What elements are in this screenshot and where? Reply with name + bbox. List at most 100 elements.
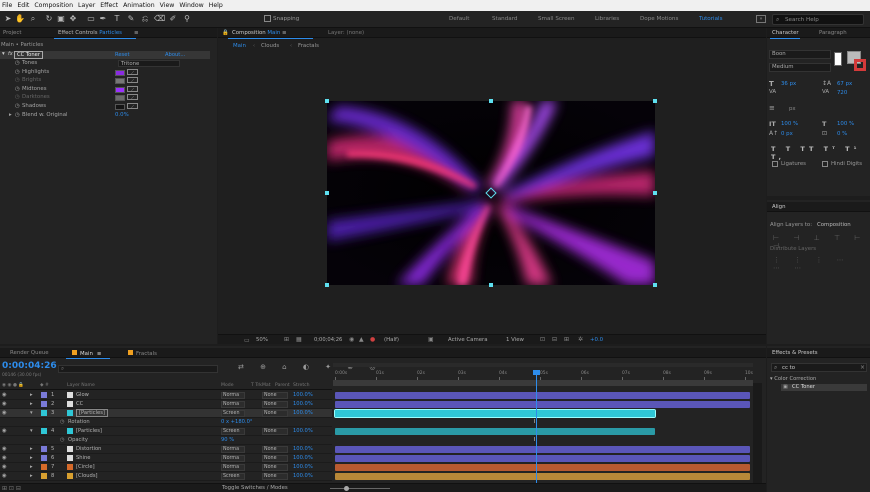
expand-layer-icon[interactable]: ▸: [30, 455, 33, 461]
eyedropper-icon[interactable]: ⟋: [127, 77, 138, 84]
menu-window[interactable]: Window: [179, 2, 203, 9]
transform-handle-right[interactable]: [653, 191, 657, 195]
transform-handle-top-left[interactable]: [325, 99, 329, 103]
layer-mode-dropdown[interactable]: Screen: [221, 427, 245, 435]
visibility-icon[interactable]: ◉: [2, 464, 7, 470]
work-area-bar[interactable]: [333, 363, 753, 367]
stopwatch-icon[interactable]: ◷: [60, 437, 65, 443]
layer-row[interactable]: ◉ ▸ 2 CC Norma None 100.0%: [0, 400, 332, 409]
zoom-dropdown[interactable]: 50%: [256, 337, 278, 343]
layer-parent-dropdown[interactable]: None: [262, 463, 288, 471]
distribute-buttons[interactable]: ⋮ ⋮ ⋮ ⋯ ⋯ ⋯: [773, 256, 870, 272]
timeline-tab-fractals[interactable]: Fractals: [128, 350, 157, 357]
column-mode[interactable]: Mode: [221, 383, 234, 388]
workspace-libraries[interactable]: Libraries: [595, 16, 619, 22]
stopwatch-icon[interactable]: ◷: [15, 77, 20, 83]
layer-name[interactable]: [Particles]: [76, 409, 108, 417]
about-link[interactable]: About...: [165, 52, 185, 58]
layer-name[interactable]: [Particles]: [76, 428, 102, 434]
visibility-icon[interactable]: ◉: [2, 392, 7, 398]
playhead[interactable]: [532, 370, 540, 483]
font-family-dropdown[interactable]: Boon: [769, 50, 831, 59]
magnification-icon[interactable]: ▭: [244, 337, 250, 344]
layer-stretch[interactable]: 100.0%: [293, 392, 313, 398]
layer-mode-dropdown[interactable]: Norma: [221, 400, 245, 408]
hand-tool-icon[interactable]: ✋: [15, 14, 25, 24]
expand-layer-icon[interactable]: ▸: [30, 473, 33, 479]
layer-parent-dropdown[interactable]: None: [262, 409, 288, 417]
visibility-icon[interactable]: ◉: [2, 410, 7, 416]
channel-icon[interactable]: ●: [370, 336, 375, 343]
breadcrumb-clouds[interactable]: Clouds: [261, 43, 279, 49]
layer-name[interactable]: [Clouds]: [76, 473, 98, 479]
hindi-digits-checkbox[interactable]: [822, 161, 828, 167]
search-help-input[interactable]: ⌕ Search Help: [772, 14, 864, 25]
stopwatch-icon[interactable]: ◷: [60, 419, 65, 425]
panel-menu-icon[interactable]: ≡: [134, 30, 139, 36]
transform-handle-bottom-right[interactable]: [653, 283, 657, 287]
layer-duration-bar[interactable]: [335, 473, 750, 480]
stopwatch-icon[interactable]: ◷: [15, 86, 20, 92]
workspace-overflow-icon[interactable]: »: [756, 15, 766, 23]
column-parent[interactable]: Parent: [275, 383, 290, 388]
zoom-slider-handle[interactable]: [344, 486, 349, 491]
menu-edit[interactable]: Edit: [17, 2, 29, 9]
breadcrumb-main[interactable]: Main: [233, 43, 246, 49]
layer-duration-bar[interactable]: [335, 401, 750, 408]
tab-composition-menu-icon[interactable]: ≡: [282, 30, 287, 36]
expand-layer-icon[interactable]: ▸: [30, 446, 33, 452]
column-trkmat[interactable]: T TrkMat: [251, 383, 271, 388]
time-ruler[interactable]: 0:00s 01s 02s 03s 04s 05s 06s 07s 08s 09s 10s: [333, 370, 753, 380]
menu-animation[interactable]: Animation: [123, 2, 155, 9]
layer-stretch[interactable]: 100.0%: [293, 428, 313, 434]
snapshot-icon[interactable]: ◉: [349, 336, 354, 343]
camera-tool-icon[interactable]: ▣: [56, 14, 66, 24]
clone-stamp-tool-icon[interactable]: ⎌: [140, 14, 150, 24]
expand-layer-icon[interactable]: ▾: [30, 428, 33, 434]
zoom-slider[interactable]: [330, 488, 390, 489]
exposure-value[interactable]: +0.0: [590, 337, 603, 343]
workspace-dope-motions[interactable]: Dope Motions: [640, 16, 678, 22]
expand-layer-icon[interactable]: ▾: [30, 410, 33, 416]
layer-label-color[interactable]: [41, 455, 47, 461]
layer-label-color[interactable]: [41, 410, 47, 416]
snapping-checkbox[interactable]: [264, 15, 271, 22]
menu-composition[interactable]: Composition: [34, 2, 73, 9]
tab-project[interactable]: Project: [3, 30, 21, 36]
baseline-shift-value[interactable]: 0 px: [781, 131, 793, 137]
color-swatch[interactable]: [115, 86, 125, 93]
faux-style-buttons[interactable]: T T TT Tᵀ T¹ T,: [771, 145, 870, 161]
layer-mode-dropdown[interactable]: Norma: [221, 391, 245, 399]
menu-file[interactable]: File: [2, 2, 12, 9]
timeline-tab-menu-icon[interactable]: ≡: [97, 351, 102, 357]
fast-previews-icon[interactable]: ▣: [428, 336, 434, 343]
expand-arrow-icon[interactable]: ▾: [2, 51, 5, 57]
eyedropper-icon[interactable]: ⟋: [127, 103, 138, 109]
layer-row[interactable]: ◉ ▾ 3 [Particles] Screen None 100.0%: [0, 409, 332, 418]
toggle-pixel-aspect-icon[interactable]: ⊡: [540, 336, 545, 343]
layer-label-color[interactable]: [41, 464, 47, 470]
tones-dropdown[interactable]: Tritone: [118, 60, 180, 67]
tab-layer[interactable]: Layer: (none): [328, 30, 364, 36]
transparency-grid-icon[interactable]: ▦: [296, 336, 302, 343]
layer-stretch[interactable]: 100.0%: [293, 446, 313, 452]
layer-stretch[interactable]: 100.0%: [293, 473, 313, 479]
layer-name[interactable]: Glow: [76, 392, 89, 398]
layer-row[interactable]: ◉ ▸ 8 [Clouds] Screen None 100.0%: [0, 472, 332, 481]
layer-duration-bar[interactable]: [335, 455, 750, 462]
layer-property-value[interactable]: 90 %: [221, 437, 234, 443]
layer-stretch[interactable]: 100.0%: [293, 464, 313, 470]
workspace-default[interactable]: Default: [449, 16, 469, 22]
stopwatch-icon[interactable]: ◷: [15, 69, 20, 75]
tab-character[interactable]: Character: [772, 30, 799, 36]
layer-parent-dropdown[interactable]: None: [262, 427, 288, 435]
workspace-small-screen[interactable]: Small Screen: [538, 16, 575, 22]
layer-property-value[interactable]: 0 x +180.0°: [221, 419, 252, 425]
stopwatch-icon[interactable]: ◷: [15, 103, 20, 109]
tab-effect-controls[interactable]: Effect Controls Particles: [58, 30, 122, 36]
layer-parent-dropdown[interactable]: None: [262, 472, 288, 480]
breadcrumb-fractals[interactable]: Fractals: [298, 43, 319, 49]
layer-label-color[interactable]: [41, 401, 47, 407]
layer-row[interactable]: ◉ ▸ 1 Glow Norma None 100.0%: [0, 391, 332, 400]
layer-parent-dropdown[interactable]: None: [262, 454, 288, 462]
